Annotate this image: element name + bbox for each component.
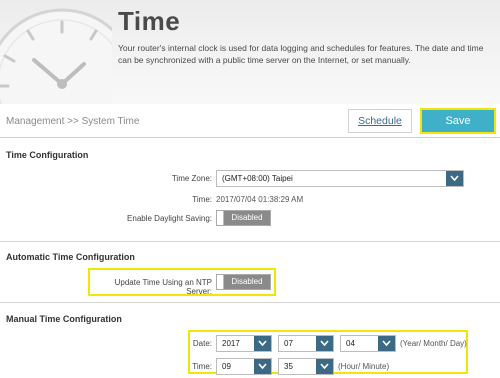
minute-value: 35: [284, 362, 293, 371]
chevron-down-icon[interactable]: [316, 359, 333, 374]
section-title-automatic-time: Automatic Time Configuration: [6, 252, 135, 262]
toggle-knob: [217, 211, 224, 225]
toggle-knob: [217, 275, 224, 289]
chevron-down-icon[interactable]: [446, 171, 463, 186]
day-value: 04: [346, 339, 355, 348]
section-title-time-configuration: Time Configuration: [6, 150, 89, 160]
chevron-down-icon[interactable]: [254, 336, 271, 351]
divider: [0, 302, 500, 303]
chevron-down-icon[interactable]: [254, 359, 271, 374]
timezone-label: Time Zone:: [171, 174, 212, 183]
divider: [0, 241, 500, 242]
toggle-state: Disabled: [224, 275, 270, 289]
page-header: Time Your router's internal clock is use…: [0, 0, 500, 104]
chevron-down-icon[interactable]: [378, 336, 395, 351]
page-title: Time: [118, 6, 181, 36]
timezone-value: (GMT+08:00) Taipei: [222, 174, 293, 183]
year-select[interactable]: 2017: [216, 335, 272, 352]
month-value: 07: [284, 339, 293, 348]
date-format-hint: (Year/ Month/ Day): [400, 339, 467, 348]
clock-icon: [0, 0, 112, 104]
time-format-hint: (Hour/ Minute): [338, 362, 390, 371]
hour-value: 09: [222, 362, 231, 371]
timezone-select[interactable]: (GMT+08:00) Taipei: [216, 170, 464, 187]
ntp-toggle[interactable]: Disabled: [216, 274, 271, 290]
day-select[interactable]: 04: [340, 335, 396, 352]
time-label: Time:: [192, 195, 212, 204]
year-value: 2017: [222, 339, 240, 348]
daylight-saving-toggle[interactable]: Disabled: [216, 210, 271, 226]
toggle-state: Disabled: [224, 211, 270, 225]
current-time: 2017/07/04 01:38:29 AM: [216, 195, 304, 204]
month-select[interactable]: 07: [278, 335, 334, 352]
breadcrumb: Management >> System Time: [6, 116, 140, 127]
schedule-link[interactable]: Schedule: [348, 109, 412, 133]
hour-select[interactable]: 09: [216, 358, 272, 375]
minute-select[interactable]: 35: [278, 358, 334, 375]
ntp-label: Update Time Using an NTP Server:: [114, 278, 212, 296]
time-label-manual: Time:: [192, 362, 212, 371]
date-label: Date:: [192, 339, 212, 348]
daylight-saving-label: Enable Daylight Saving:: [127, 214, 212, 223]
save-button[interactable]: Save: [420, 108, 496, 134]
page-description: Your router's internal clock is used for…: [118, 43, 484, 65]
section-title-manual-time: Manual Time Configuration: [6, 314, 122, 324]
chevron-down-icon[interactable]: [316, 336, 333, 351]
